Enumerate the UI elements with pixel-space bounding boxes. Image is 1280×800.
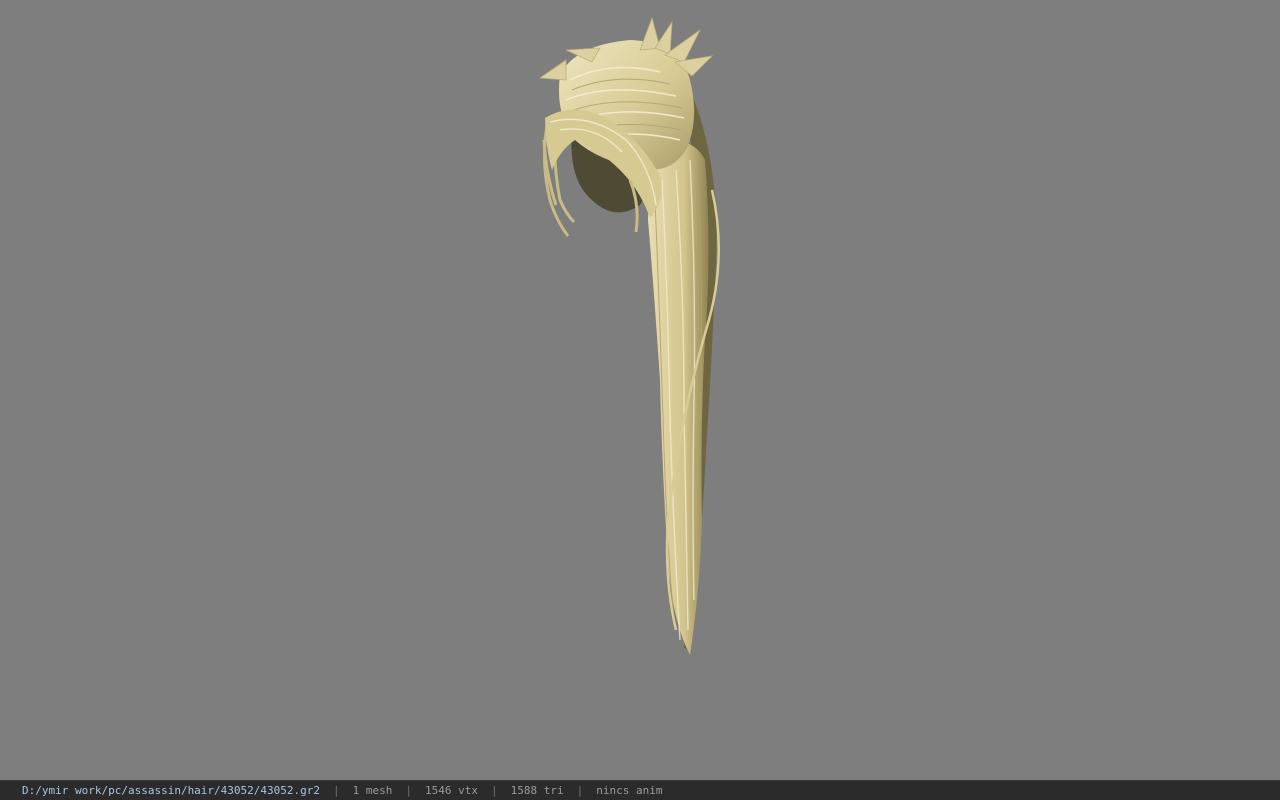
separator: |: [333, 784, 340, 797]
vertex-count: 1546 vtx: [425, 784, 478, 797]
separator: |: [576, 784, 584, 797]
hair-model[interactable]: [0, 0, 1280, 780]
animation-status: nincs anim: [596, 784, 663, 797]
mesh-count: 1 mesh: [352, 784, 393, 797]
3d-viewport[interactable]: [0, 0, 1280, 780]
file-path: D:/ymir work/pc/assassin/hair/43052/4305…: [22, 784, 321, 797]
separator: |: [405, 784, 413, 797]
status-bar: D:/ymir work/pc/assassin/hair/43052/4305…: [0, 780, 1280, 800]
separator: |: [491, 784, 498, 797]
triangle-count: 1588 tri: [510, 784, 564, 797]
